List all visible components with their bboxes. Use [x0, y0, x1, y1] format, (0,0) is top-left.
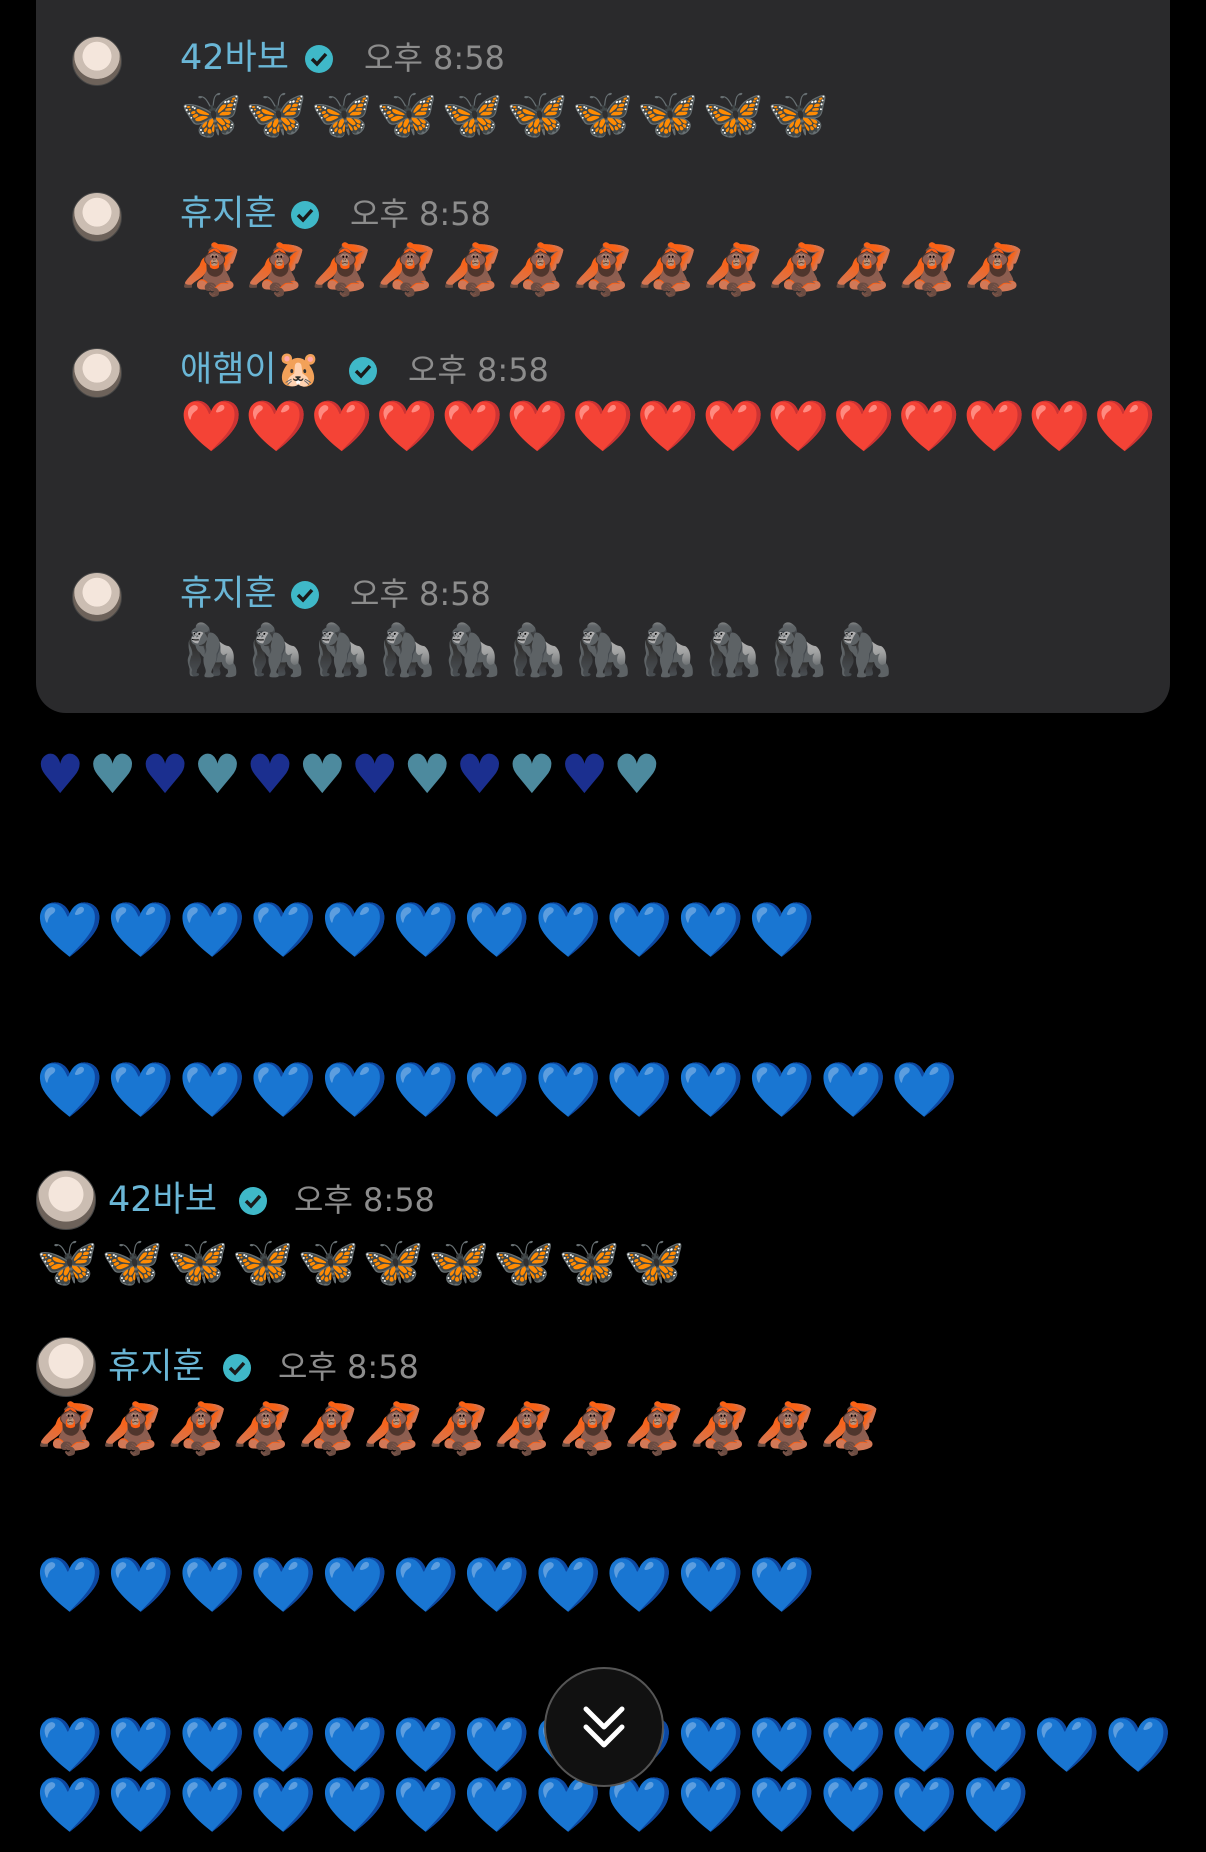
message-emojis: 🦧🦧🦧🦧🦧🦧🦧🦧🦧🦧🦧🦧🦧 — [180, 241, 1029, 299]
avatar[interactable] — [72, 192, 122, 242]
chat-message: 42바보 오후 8:58 🦋🦋🦋🦋🦋🦋🦋🦋🦋🦋 — [36, 1170, 1136, 1300]
chat-screen: { "overlay_messages": [ {"sender": "42바보… — [0, 0, 1206, 1852]
message-emojis: 🦋🦋🦋🦋🦋🦋🦋🦋🦋🦋 — [180, 85, 833, 143]
verified-badge-icon — [223, 1354, 251, 1382]
message-emojis: 🦋🦋🦋🦋🦋🦋🦋🦋🦋🦋 — [36, 1233, 689, 1291]
message-hearts: 💙💙💙💙💙💙💙💙💙💙💙 — [36, 1553, 820, 1616]
message-time: 오후 8:58 — [364, 39, 505, 77]
message-preview-panel: 42바보 오후 8:58 🦋🦋🦋🦋🦋🦋🦋🦋🦋🦋 휴지훈 오후 8:58 🦧🦧🦧🦧… — [36, 0, 1170, 713]
chat-message: 휴지훈 오후 8:58 🦧🦧🦧🦧🦧🦧🦧🦧🦧🦧🦧🦧🦧 — [36, 1337, 1136, 1467]
verified-badge-icon — [239, 1187, 267, 1215]
message-emojis: 🦍🦍🦍🦍🦍🦍🦍🦍🦍🦍🦍 — [180, 621, 898, 679]
sender-name[interactable]: 42바보 — [108, 1180, 217, 1220]
message-time: 오후 8:58 — [294, 1181, 435, 1219]
message-time: 오후 8:58 — [350, 195, 491, 233]
sender-name[interactable]: 42바보 — [180, 38, 289, 78]
verified-badge-icon — [305, 45, 333, 73]
message-time: 오후 8:58 — [278, 1348, 419, 1386]
sender-name[interactable]: 휴지훈 — [180, 574, 277, 614]
sender-name[interactable]: 휴지훈 — [180, 194, 277, 234]
avatar[interactable] — [72, 572, 122, 622]
double-chevron-down-icon — [583, 1706, 625, 1748]
message-time: 오후 8:58 — [408, 351, 549, 389]
avatar[interactable] — [72, 348, 122, 398]
message-time: 오후 8:58 — [350, 575, 491, 613]
sender-name[interactable]: 애햄이🐹 — [180, 350, 320, 390]
sender-name[interactable]: 휴지훈 — [108, 1347, 205, 1387]
verified-badge-icon — [291, 581, 319, 609]
avatar[interactable] — [36, 1170, 96, 1230]
message-hearts: 💙💙💙💙💙💙💙💙💙💙💙💙💙💙 — [36, 1773, 1034, 1836]
scroll-to-bottom-button[interactable] — [544, 1667, 664, 1787]
message-hearts: 💙💙💙💙💙💙💙💙💙💙💙💙💙 — [36, 1058, 963, 1121]
avatar[interactable] — [72, 36, 122, 86]
verified-badge-icon — [349, 357, 377, 385]
heart-row-partial: ♥♥♥♥♥♥♥♥♥♥♥♥ — [36, 743, 666, 806]
avatar[interactable] — [36, 1337, 96, 1397]
message-emojis: ❤️❤️❤️❤️❤️❤️❤️❤️❤️❤️❤️❤️❤️❤️❤️ — [180, 397, 1159, 455]
message-hearts: 💙💙💙💙💙💙💙💙💙💙💙 — [36, 898, 820, 961]
message-emojis: 🦧🦧🦧🦧🦧🦧🦧🦧🦧🦧🦧🦧🦧 — [36, 1400, 885, 1458]
verified-badge-icon — [291, 201, 319, 229]
